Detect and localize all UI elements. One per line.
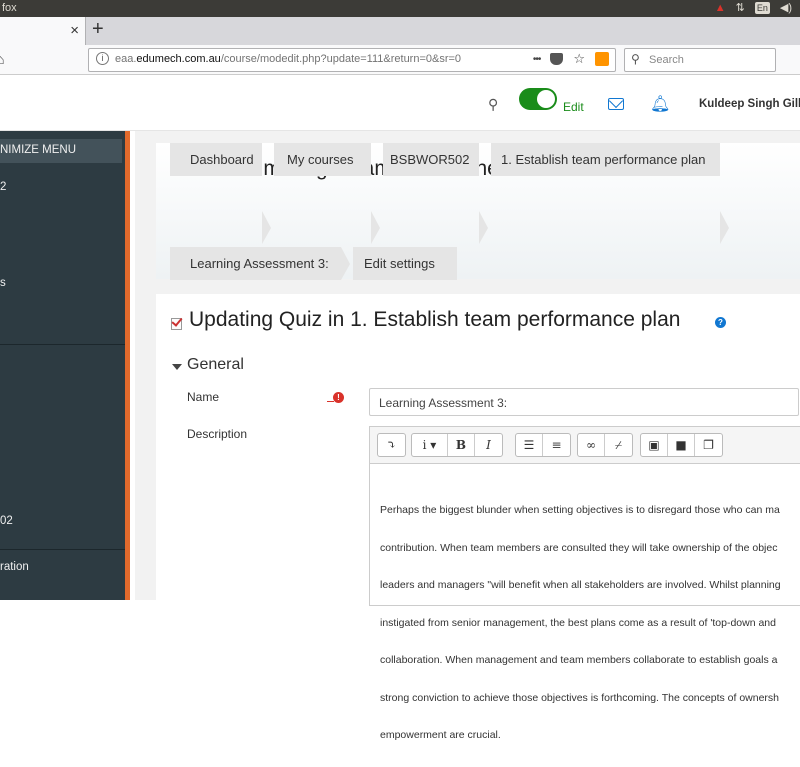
url-text[interactable]: eaa.edumech.com.au/course/modedit.php?up… — [115, 53, 461, 65]
site-header: ⚲ Edit 🔔︎ Kuldeep Singh Gill — [0, 76, 800, 131]
unordered-list-icon[interactable]: ☰ — [516, 434, 543, 456]
sidebar-divider — [0, 344, 125, 345]
breadcrumb-my-courses[interactable]: My courses — [274, 143, 371, 176]
breadcrumb-label: BSBWOR502 — [390, 152, 470, 167]
keyboard-lang-indicator[interactable]: En — [754, 1, 770, 14]
sidebar-item[interactable]: ration — [0, 561, 29, 573]
search-icon[interactable]: ⚲ — [488, 96, 498, 113]
breadcrumb-separator — [371, 211, 380, 244]
description-text[interactable]: Perhaps the biggest blunder when setting… — [380, 479, 800, 767]
sidebar-item[interactable]: 2 — [0, 181, 6, 193]
volume-icon[interactable]: ◀) — [780, 1, 792, 14]
breadcrumb-separator — [341, 247, 350, 280]
transfer-icon[interactable]: ⇅ — [736, 1, 745, 14]
pocket-icon[interactable] — [550, 53, 564, 65]
os-top-bar: fox ▲ ⇅ En ◀) — [0, 0, 800, 17]
edit-mode-label[interactable]: Edit — [563, 100, 584, 114]
sidebar-divider — [0, 549, 125, 550]
breadcrumb-label: 1. Establish team performance plan — [501, 152, 706, 167]
breadcrumb-label: My courses — [287, 152, 354, 167]
toolbar-toggle-icon[interactable]: ⤵ — [378, 434, 405, 456]
required-underline — [327, 401, 334, 402]
breadcrumb-course[interactable]: BSBWOR502 — [383, 143, 479, 176]
name-input[interactable]: Learning Assessment 3: — [369, 388, 799, 416]
description-line: leaders and managers "will benefit when … — [380, 579, 781, 591]
section-general-header[interactable]: General — [187, 356, 244, 374]
breadcrumb-separator — [262, 211, 271, 244]
url-bar[interactable]: i eaa.edumech.com.au/course/modedit.php?… — [88, 48, 616, 72]
breadcrumb-label: Edit settings — [364, 256, 435, 271]
page-actions-icon[interactable]: ••• — [533, 54, 541, 65]
url-actions: ••• ☆ — [533, 51, 609, 67]
collapse-caret-icon[interactable] — [172, 364, 182, 370]
edit-mode-toggle[interactable] — [519, 88, 557, 110]
breadcrumb-separator — [479, 211, 488, 244]
description-line: collaboration. When management and team … — [380, 654, 778, 666]
help-icon[interactable]: ? — [715, 317, 726, 328]
description-line: empowerment are crucial. — [380, 729, 501, 741]
toolbar-group: ▣ ■ ❐ — [640, 433, 723, 457]
minimize-menu-button[interactable]: NIMIZE MENU — [0, 139, 122, 163]
site-info-icon[interactable]: i — [96, 52, 109, 65]
home-icon[interactable]: ⌂ — [0, 51, 4, 67]
name-label: Name — [187, 390, 220, 404]
os-indicators: ▲ ⇅ En ◀) — [715, 1, 792, 14]
page-header: Lead and manage team effectiveness Dashb… — [156, 143, 800, 280]
toolbar-group: ∞ ⌿ — [577, 433, 633, 457]
description-editor: ⤵ i ▾ B I ☰ ≡ ∞ ⌿ ▣ ■ ❐ Perhaps the bigg… — [369, 426, 800, 741]
breadcrumb-label: Dashboard — [190, 152, 254, 167]
browser-nav-bar: ⌂ i eaa.edumech.com.au/course/modedit.ph… — [0, 45, 800, 75]
browser-search-bar[interactable]: ⚲ Search — [624, 48, 776, 72]
browser-tab[interactable]: × — [0, 17, 86, 45]
main-content: Lead and manage team effectiveness Dashb… — [135, 131, 800, 741]
manage-files-icon[interactable]: ❐ — [695, 434, 722, 456]
close-tab-icon[interactable]: × — [70, 22, 79, 39]
notifications-bell-icon[interactable]: 🔔︎ — [650, 94, 670, 114]
ordered-list-icon[interactable]: ≡ — [543, 434, 570, 456]
required-icon: ! — [333, 392, 344, 403]
breadcrumb-edit-settings: Edit settings — [353, 247, 457, 280]
breadcrumb-quiz[interactable]: Learning Assessment 3: — [170, 247, 341, 280]
insert-media-icon[interactable]: ■ — [668, 434, 695, 456]
description-line: Perhaps the biggest blunder when setting… — [380, 504, 780, 516]
network-alert-icon[interactable]: ▲ — [715, 2, 726, 14]
breadcrumb-separator — [720, 211, 729, 244]
paragraph-style-icon[interactable]: i ▾ — [412, 434, 448, 456]
form-title: Updating Quiz in 1. Establish team perfo… — [189, 308, 681, 331]
toggle-knob — [537, 90, 555, 108]
search-icon: ⚲ — [631, 52, 640, 66]
unlink-icon[interactable]: ⌿ — [605, 434, 632, 456]
search-placeholder: Search — [649, 54, 684, 66]
extension-icon[interactable] — [595, 52, 609, 66]
toolbar-group: ⤵ — [377, 433, 406, 457]
breadcrumb-dashboard[interactable]: Dashboard — [170, 143, 262, 176]
link-icon[interactable]: ∞ — [578, 434, 605, 456]
browser-tab-bar: × + — [0, 17, 800, 45]
left-sidebar: NIMIZE MENU 2 s 02 ration — [0, 131, 130, 600]
editor-toolbar: ⤵ i ▾ B I ☰ ≡ ∞ ⌿ ▣ ■ ❐ — [370, 427, 800, 464]
toolbar-group: i ▾ B I — [411, 433, 503, 457]
bold-icon[interactable]: B — [448, 434, 475, 456]
quiz-icon — [171, 318, 182, 330]
italic-icon[interactable]: I — [475, 434, 502, 456]
sidebar-item[interactable]: 02 — [0, 515, 13, 527]
messages-icon[interactable] — [608, 98, 624, 110]
insert-image-icon[interactable]: ▣ — [641, 434, 668, 456]
breadcrumb-topic[interactable]: 1. Establish team performance plan — [491, 143, 720, 176]
user-menu[interactable]: Kuldeep Singh Gill — [699, 98, 800, 110]
window-title: fox — [2, 2, 17, 14]
description-label: Description — [187, 427, 248, 441]
toolbar-group: ☰ ≡ — [515, 433, 571, 457]
new-tab-button[interactable]: + — [92, 18, 104, 41]
description-line: strong conviction to achieve those objec… — [380, 691, 780, 704]
sidebar-item[interactable]: s — [0, 277, 6, 289]
edit-form-card: Updating Quiz in 1. Establish team perfo… — [156, 294, 800, 741]
bookmark-star-icon[interactable]: ☆ — [573, 51, 585, 67]
breadcrumb-label: Learning Assessment 3: — [190, 256, 329, 271]
description-line: instigated from senior management, the b… — [380, 616, 776, 629]
description-line: contribution. When team members are cons… — [380, 541, 778, 554]
